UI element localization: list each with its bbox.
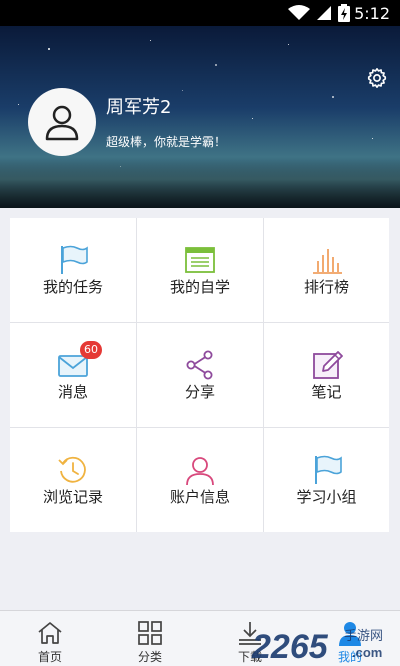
wifi-icon: [288, 5, 311, 20]
tab-downloads[interactable]: 下载: [220, 611, 280, 666]
pen-note-icon: [312, 351, 343, 379]
menu-item-label: 消息: [57, 383, 88, 401]
menu-item-label: 分享: [184, 383, 215, 401]
tab-home[interactable]: 首页: [20, 611, 80, 666]
menu-item-notes[interactable]: 笔记: [264, 323, 389, 427]
menu-item-history[interactable]: 浏览记录: [10, 428, 136, 532]
home-icon: [38, 622, 62, 644]
tab-label: 首页: [37, 650, 62, 664]
bottom-tab-bar: 首页 分类 下载 我的: [0, 610, 400, 666]
user-avatar-icon: [45, 105, 79, 141]
menu-item-label: 笔记: [311, 383, 342, 401]
flag-icon: [61, 245, 88, 274]
window-list-icon: [185, 247, 215, 273]
share-icon: [186, 350, 213, 380]
grid-icon: [138, 621, 162, 645]
menu-item-label: 学习小组: [296, 488, 357, 506]
user-name: 周军芳2: [106, 97, 172, 118]
user-outline-icon: [186, 457, 214, 486]
status-time: 5:12: [354, 3, 390, 23]
menu-item-share[interactable]: 分享: [137, 323, 263, 427]
menu-item-self-study[interactable]: 我的自学: [137, 218, 263, 322]
menu-item-messages[interactable]: 60 消息: [10, 323, 136, 427]
tab-label: 我的: [337, 650, 362, 664]
status-icons: 5:12: [288, 0, 400, 26]
bar-chart-icon: [312, 249, 342, 274]
menu-item-my-tasks[interactable]: 我的任务: [10, 218, 136, 322]
menu-item-label: 我的任务: [42, 278, 103, 296]
tab-label: 下载: [237, 650, 262, 664]
horizon: [0, 160, 400, 208]
gear-icon: [367, 68, 387, 88]
menu-item-leaderboard[interactable]: 排行榜: [264, 218, 389, 322]
user-icon: [339, 622, 361, 646]
history-clock-icon: [58, 456, 86, 483]
menu-item-label: 排行榜: [303, 278, 349, 296]
menu-item-label: 浏览记录: [42, 488, 103, 506]
signal-icon: [317, 6, 332, 20]
unread-badge: 60: [80, 341, 102, 359]
tab-mine[interactable]: 我的: [320, 611, 380, 666]
settings-button[interactable]: [366, 67, 388, 89]
download-icon: [239, 622, 261, 645]
user-motto: 超级棒，你就是学霸！: [106, 135, 227, 149]
tab-categories[interactable]: 分类: [120, 611, 180, 666]
avatar[interactable]: [28, 88, 96, 156]
menu-grid: 我的任务 我的自学 排行榜 60 消息 分享 笔记 浏览记录 账户信息 学习小组: [10, 218, 389, 532]
menu-item-study-group[interactable]: 学习小组: [264, 428, 389, 532]
flag-icon: [314, 455, 342, 484]
tab-label: 分类: [137, 650, 162, 664]
battery-icon: [338, 4, 351, 22]
menu-item-account-info[interactable]: 账户信息: [137, 428, 263, 532]
menu-item-label: 账户信息: [169, 488, 230, 506]
menu-item-label: 我的自学: [169, 278, 230, 296]
status-bar: 5:12: [0, 0, 400, 26]
profile-header: 周军芳2 超级棒，你就是学霸！: [0, 26, 400, 208]
